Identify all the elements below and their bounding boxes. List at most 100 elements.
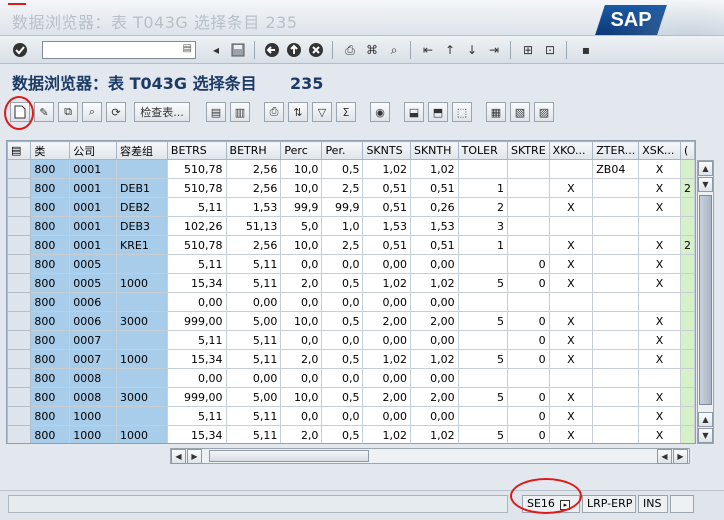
help-icon[interactable]: ▪ bbox=[576, 40, 596, 60]
first-page-icon[interactable]: ⇤ bbox=[418, 40, 438, 60]
check-table-button[interactable]: 检查表... bbox=[134, 102, 190, 122]
column-header[interactable]: BETRS bbox=[166, 141, 227, 160]
change-pencil-icon[interactable]: ✎ bbox=[34, 102, 54, 122]
row-selector[interactable] bbox=[7, 425, 32, 443]
horizontal-scrollbar[interactable]: ◀ ▶ ◀ ▶ bbox=[170, 448, 690, 464]
scroll-up-small-icon[interactable]: ▲ bbox=[698, 412, 713, 427]
table-row[interactable]: 800 1000 5,11 5,11 0,0 0,0 0,00 0,00 0 X X bbox=[7, 406, 695, 426]
scroll-down-small-icon[interactable]: ▼ bbox=[698, 177, 713, 192]
filter-icon[interactable]: ▽ bbox=[312, 102, 332, 122]
table-row[interactable]: 800 0008 0,00 0,00 0,0 0,0 0,00 0,00 bbox=[7, 368, 695, 388]
table-row[interactable]: 800 0007 1000 15,34 5,11 2,0 0,5 1,02 1,02 5 0 X X bbox=[7, 349, 695, 369]
column-header[interactable]: XKO... bbox=[548, 141, 594, 160]
last-page-icon[interactable]: ⇥ bbox=[484, 40, 504, 60]
table-row[interactable]: 800 0001 510,78 2,56 10,0 0,5 1,02 1,02 ZB04 X bbox=[7, 159, 695, 179]
table-row[interactable]: 800 0005 1000 15,34 5,11 2,0 0,5 1,02 1,02 5 0 X X bbox=[7, 273, 695, 293]
column-header[interactable]: SKTRE bbox=[506, 141, 550, 160]
command-dropdown-icon[interactable]: ◂ bbox=[206, 40, 226, 60]
column-header[interactable]: XSK... bbox=[638, 141, 681, 160]
print-icon[interactable]: ⎙ bbox=[340, 40, 360, 60]
cancel-icon[interactable] bbox=[306, 40, 326, 60]
column-header[interactable]: 容差组 bbox=[116, 141, 168, 160]
column-header[interactable]: ( bbox=[679, 141, 695, 160]
save-layout-icon[interactable]: ▨ bbox=[534, 102, 554, 122]
vertical-scrollbar[interactable]: ▲ ▼ ▲ ▼ bbox=[697, 160, 714, 444]
find-next-icon[interactable]: ⌕ bbox=[384, 40, 404, 60]
spreadsheet-icon[interactable]: ⬒ bbox=[428, 102, 448, 122]
column-header[interactable]: 类 bbox=[30, 141, 71, 160]
enter-check-icon[interactable] bbox=[10, 40, 30, 60]
row-selector[interactable] bbox=[7, 406, 32, 426]
table-row[interactable]: 800 0008 3000 999,00 5,00 10,0 0,5 2,00 2,00 5 0 X X bbox=[7, 387, 695, 407]
table-cell: 0,5 bbox=[321, 311, 364, 331]
table-row[interactable]: 800 0001 KRE1 510,78 2,56 10,0 2,5 0,51 0,51 1 X X 2 bbox=[7, 235, 695, 255]
views-icon[interactable]: ◉ bbox=[370, 102, 390, 122]
status-dropdown-icon[interactable]: ▸ bbox=[560, 500, 571, 510]
display-magnifier-icon[interactable]: ⌕ bbox=[82, 102, 102, 122]
scroll-right-small-icon[interactable]: ▶ bbox=[187, 449, 202, 464]
row-selector[interactable] bbox=[7, 159, 32, 179]
row-selector[interactable] bbox=[7, 216, 32, 236]
transaction-field[interactable]: SE16 ▸ bbox=[522, 495, 580, 513]
save-icon[interactable] bbox=[228, 40, 248, 60]
back-icon[interactable] bbox=[262, 40, 282, 60]
table-row[interactable]: 800 0001 DEB1 510,78 2,56 10,0 2,5 0,51 0,51 1 X X 2 bbox=[7, 178, 695, 198]
exit-icon[interactable] bbox=[284, 40, 304, 60]
layout-icon[interactable]: ▦ bbox=[486, 102, 506, 122]
previous-page-icon[interactable]: ↑ bbox=[440, 40, 460, 60]
row-selector[interactable] bbox=[7, 235, 32, 255]
row-selector[interactable] bbox=[7, 178, 32, 198]
table-row[interactable]: 800 0006 0,00 0,00 0,0 0,0 0,00 0,00 bbox=[7, 292, 695, 312]
column-header[interactable]: Per. bbox=[321, 141, 364, 160]
print-list-icon[interactable]: ⎙ bbox=[264, 102, 284, 122]
row-selector[interactable] bbox=[7, 387, 32, 407]
table-row[interactable]: 800 0006 3000 999,00 5,00 10,0 0,5 2,00 2,00 5 0 X X bbox=[7, 311, 695, 331]
table-row[interactable]: 800 0001 DEB2 5,11 1,53 99,9 99,9 0,51 0,26 2 X X bbox=[7, 197, 695, 217]
export-icon[interactable]: ⬓ bbox=[404, 102, 424, 122]
shortcut-icon[interactable]: ⊡ bbox=[540, 40, 560, 60]
change-layout-icon[interactable]: ▧ bbox=[510, 102, 530, 122]
scroll-down-icon[interactable]: ▼ bbox=[698, 428, 713, 443]
horizontal-scroll-thumb[interactable] bbox=[209, 450, 369, 462]
command-history-icon[interactable]: ▤ bbox=[183, 43, 192, 54]
copy-icon[interactable]: ⧉ bbox=[58, 102, 78, 122]
column-header[interactable]: BETRH bbox=[225, 141, 282, 160]
command-field[interactable]: ▤ bbox=[42, 41, 196, 59]
table-cell: 0,0 bbox=[280, 406, 323, 426]
table-row[interactable]: 800 0007 5,11 5,11 0,0 0,0 0,00 0,00 0 X X bbox=[7, 330, 695, 350]
row-selector[interactable] bbox=[7, 254, 32, 274]
column-header[interactable]: SKNTH bbox=[409, 141, 459, 160]
scroll-right-icon[interactable]: ▶ bbox=[673, 449, 688, 464]
table-cell bbox=[679, 216, 695, 236]
column-header[interactable]: ZTER... bbox=[592, 141, 640, 160]
new-session-icon[interactable]: ⊞ bbox=[518, 40, 538, 60]
details-icon[interactable]: ▤ bbox=[206, 102, 226, 122]
create-entry-icon[interactable] bbox=[10, 102, 30, 122]
column-header[interactable]: TOLER bbox=[457, 141, 508, 160]
sum-icon[interactable]: Σ bbox=[336, 102, 356, 122]
table-row[interactable]: 800 0001 DEB3 102,26 51,13 5,0 1,0 1,53 1,53 3 bbox=[7, 216, 695, 236]
table-row[interactable]: 800 1000 1000 15,34 5,11 2,0 0,5 1,02 1,02 5 0 X X bbox=[7, 425, 695, 443]
scroll-up-icon[interactable]: ▲ bbox=[698, 161, 713, 176]
select-all-icon[interactable]: ▥ bbox=[230, 102, 250, 122]
row-selector[interactable] bbox=[7, 273, 32, 293]
vertical-scroll-thumb[interactable] bbox=[699, 195, 712, 405]
column-header[interactable]: 公司 bbox=[69, 141, 118, 160]
sort-icon[interactable]: ⇅ bbox=[288, 102, 308, 122]
column-header[interactable]: SKNTS bbox=[362, 141, 411, 160]
row-selector[interactable] bbox=[7, 292, 32, 312]
column-header[interactable]: Perc bbox=[280, 141, 323, 160]
row-selector[interactable] bbox=[7, 368, 32, 388]
row-selector[interactable] bbox=[7, 311, 32, 331]
word-processing-icon[interactable]: ⬚ bbox=[452, 102, 472, 122]
row-selector[interactable] bbox=[7, 330, 32, 350]
row-selector[interactable] bbox=[7, 349, 32, 369]
table-settings-icon[interactable]: ▤ bbox=[7, 141, 32, 160]
table-row[interactable]: 800 0005 5,11 5,11 0,0 0,0 0,00 0,00 0 X X bbox=[7, 254, 695, 274]
scroll-left-icon[interactable]: ◀ bbox=[171, 449, 186, 464]
scroll-left-small-icon[interactable]: ◀ bbox=[657, 449, 672, 464]
find-icon[interactable]: ⌘ bbox=[362, 40, 382, 60]
refresh-icon[interactable]: ⟳ bbox=[106, 102, 126, 122]
row-selector[interactable] bbox=[7, 197, 32, 217]
next-page-icon[interactable]: ↓ bbox=[462, 40, 482, 60]
